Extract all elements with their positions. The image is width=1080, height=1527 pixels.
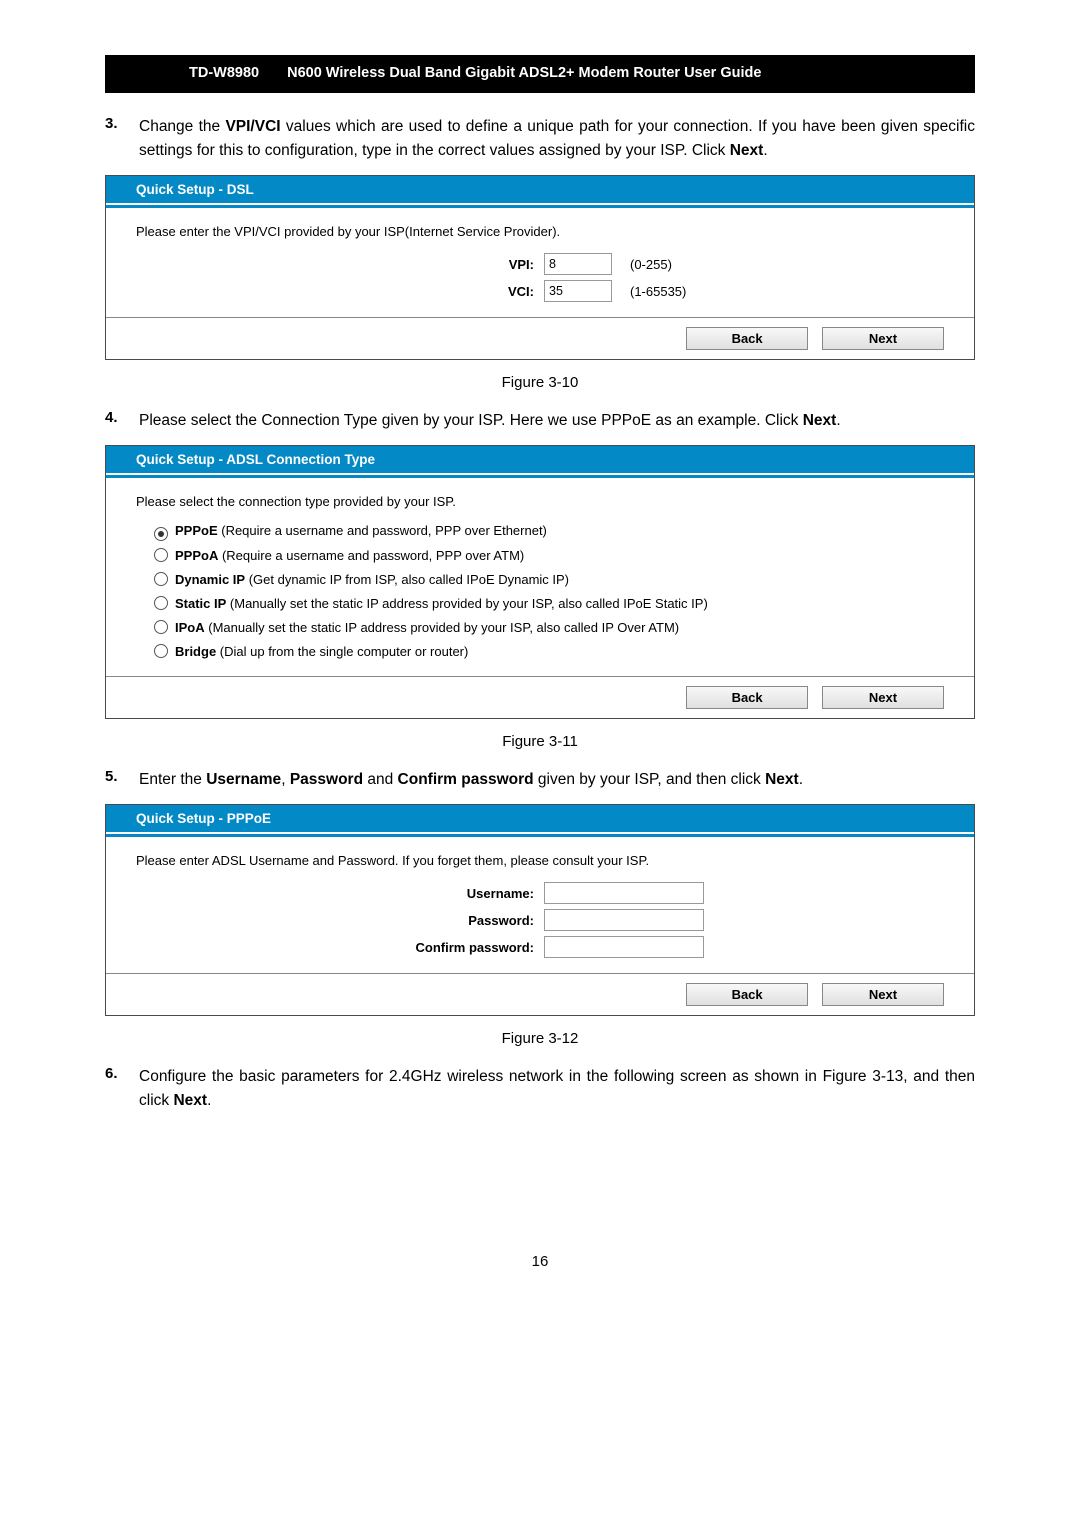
username-input[interactable]	[544, 882, 704, 904]
username-label: Username:	[136, 886, 544, 901]
radio-icon[interactable]	[154, 644, 168, 658]
vci-range: (1-65535)	[630, 284, 686, 299]
vci-row: VCI: (1-65535)	[136, 280, 944, 302]
radio-option-pppoa[interactable]: PPPoA (Require a username and password, …	[154, 546, 944, 563]
radio-icon[interactable]	[154, 572, 168, 586]
password-row: Password:	[136, 909, 944, 931]
back-button[interactable]: Back	[686, 686, 808, 709]
radio-icon[interactable]	[154, 527, 168, 541]
page-number: 16	[105, 1253, 975, 1270]
next-button[interactable]: Next	[822, 327, 944, 350]
vpi-range: (0-255)	[630, 257, 672, 272]
panel-desc: Please enter the VPI/VCI provided by you…	[136, 224, 944, 239]
radio-label: PPPoE (Require a username and password, …	[175, 523, 547, 538]
doc-header: TD-W8980 N600 Wireless Dual Band Gigabit…	[105, 55, 975, 93]
step-5: 5. Enter the Username, Password and Conf…	[105, 768, 975, 792]
radio-icon[interactable]	[154, 620, 168, 634]
password-input[interactable]	[544, 909, 704, 931]
quick-setup-conn-panel: Quick Setup - ADSL Connection Type Pleas…	[105, 445, 975, 719]
radio-option-dynamic-ip[interactable]: Dynamic IP (Get dynamic IP from ISP, als…	[154, 570, 944, 587]
radio-option-ipoa[interactable]: IPoA (Manually set the static IP address…	[154, 618, 944, 635]
radio-option-pppoe[interactable]: PPPoE (Require a username and password, …	[154, 523, 944, 539]
panel-title: Quick Setup - DSL	[106, 176, 974, 205]
confirm-password-label: Confirm password:	[136, 940, 544, 955]
radio-option-bridge[interactable]: Bridge (Dial up from the single computer…	[154, 642, 944, 659]
panel-title: Quick Setup - PPPoE	[106, 805, 974, 834]
figure-caption-312: Figure 3-12	[105, 1030, 975, 1047]
model-tag: TD-W8980	[105, 55, 273, 91]
next-button[interactable]: Next	[822, 686, 944, 709]
vci-label: VCI:	[136, 284, 544, 299]
confirm-password-input[interactable]	[544, 936, 704, 958]
doc-title: N600 Wireless Dual Band Gigabit ADSL2+ M…	[273, 55, 975, 91]
radio-icon[interactable]	[154, 548, 168, 562]
figure-caption-310: Figure 3-10	[105, 374, 975, 391]
radio-label: IPoA (Manually set the static IP address…	[175, 620, 679, 635]
password-label: Password:	[136, 913, 544, 928]
step-3: 3. Change the VPI/VCI values which are u…	[105, 115, 975, 163]
quick-setup-pppoe-panel: Quick Setup - PPPoE Please enter ADSL Us…	[105, 804, 975, 1016]
step-4: 4. Please select the Connection Type giv…	[105, 409, 975, 433]
back-button[interactable]: Back	[686, 983, 808, 1006]
panel-title: Quick Setup - ADSL Connection Type	[106, 446, 974, 475]
radio-option-static-ip[interactable]: Static IP (Manually set the static IP ad…	[154, 594, 944, 611]
radio-label: Static IP (Manually set the static IP ad…	[175, 596, 708, 611]
radio-label: PPPoA (Require a username and password, …	[175, 548, 524, 563]
vpi-input[interactable]	[544, 253, 612, 275]
quick-setup-dsl-panel: Quick Setup - DSL Please enter the VPI/V…	[105, 175, 975, 360]
confirm-password-row: Confirm password:	[136, 936, 944, 958]
vci-input[interactable]	[544, 280, 612, 302]
figure-caption-311: Figure 3-11	[105, 733, 975, 750]
back-button[interactable]: Back	[686, 327, 808, 350]
vpi-label: VPI:	[136, 257, 544, 272]
radio-icon[interactable]	[154, 596, 168, 610]
radio-label: Dynamic IP (Get dynamic IP from ISP, als…	[175, 572, 569, 587]
panel-desc: Please enter ADSL Username and Password.…	[136, 853, 944, 868]
panel-desc: Please select the connection type provid…	[136, 494, 944, 509]
radio-label: Bridge (Dial up from the single computer…	[175, 644, 468, 659]
step-6: 6. Configure the basic parameters for 2.…	[105, 1065, 975, 1113]
vpi-row: VPI: (0-255)	[136, 253, 944, 275]
username-row: Username:	[136, 882, 944, 904]
next-button[interactable]: Next	[822, 983, 944, 1006]
